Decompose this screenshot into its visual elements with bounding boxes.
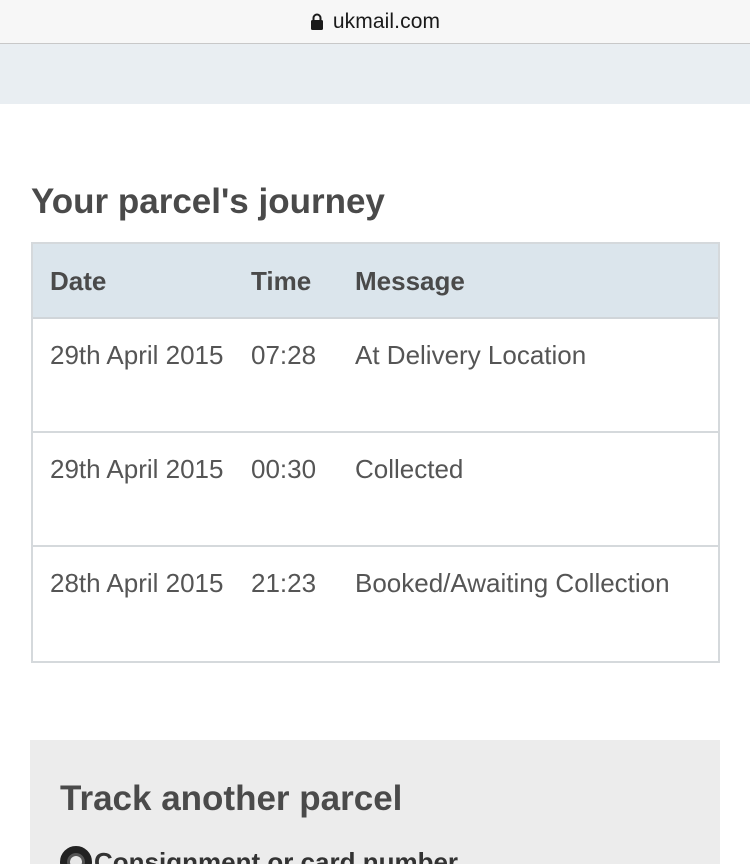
site-header-bar xyxy=(0,44,750,104)
row-message: At Delivery Location xyxy=(355,340,587,370)
column-header-message: Message xyxy=(355,265,465,296)
url-display[interactable]: ukmail.com xyxy=(310,10,440,34)
row-message: Collected xyxy=(355,454,464,484)
row-date: 28th April 2015 xyxy=(50,568,224,598)
table-row: 29th April 2015 07:28 At Delivery Locati… xyxy=(33,319,718,433)
lock-icon xyxy=(310,13,324,30)
consignment-option-label: Consignment or card number xyxy=(94,846,459,864)
table-header: Date Time Message xyxy=(33,244,718,319)
column-header-time: Time xyxy=(251,265,312,296)
consignment-radio[interactable] xyxy=(60,846,92,864)
row-date: 29th April 2015 xyxy=(50,454,224,484)
row-message: Booked/Awaiting Collection xyxy=(355,568,670,598)
journey-table: Date Time Message 29th April 2015 07:28 … xyxy=(31,242,720,663)
row-date: 29th April 2015 xyxy=(50,340,224,370)
table-row: 29th April 2015 00:30 Collected xyxy=(33,433,718,547)
page-title: Your parcel's journey xyxy=(31,182,385,221)
consignment-option[interactable]: Consignment or card number xyxy=(60,846,458,864)
column-header-date: Date xyxy=(50,265,107,296)
row-time: 07:28 xyxy=(251,340,317,370)
track-panel-title: Track another parcel xyxy=(60,779,403,818)
browser-address-bar[interactable]: ukmail.com xyxy=(0,0,750,44)
row-time: 21:23 xyxy=(251,568,317,598)
track-another-parcel-panel: Track another parcel Consignment or card… xyxy=(30,740,720,864)
url-text: ukmail.com xyxy=(332,9,441,33)
table-row: 28th April 2015 21:23 Booked/Awaiting Co… xyxy=(33,547,718,661)
row-time: 00:30 xyxy=(251,454,317,484)
